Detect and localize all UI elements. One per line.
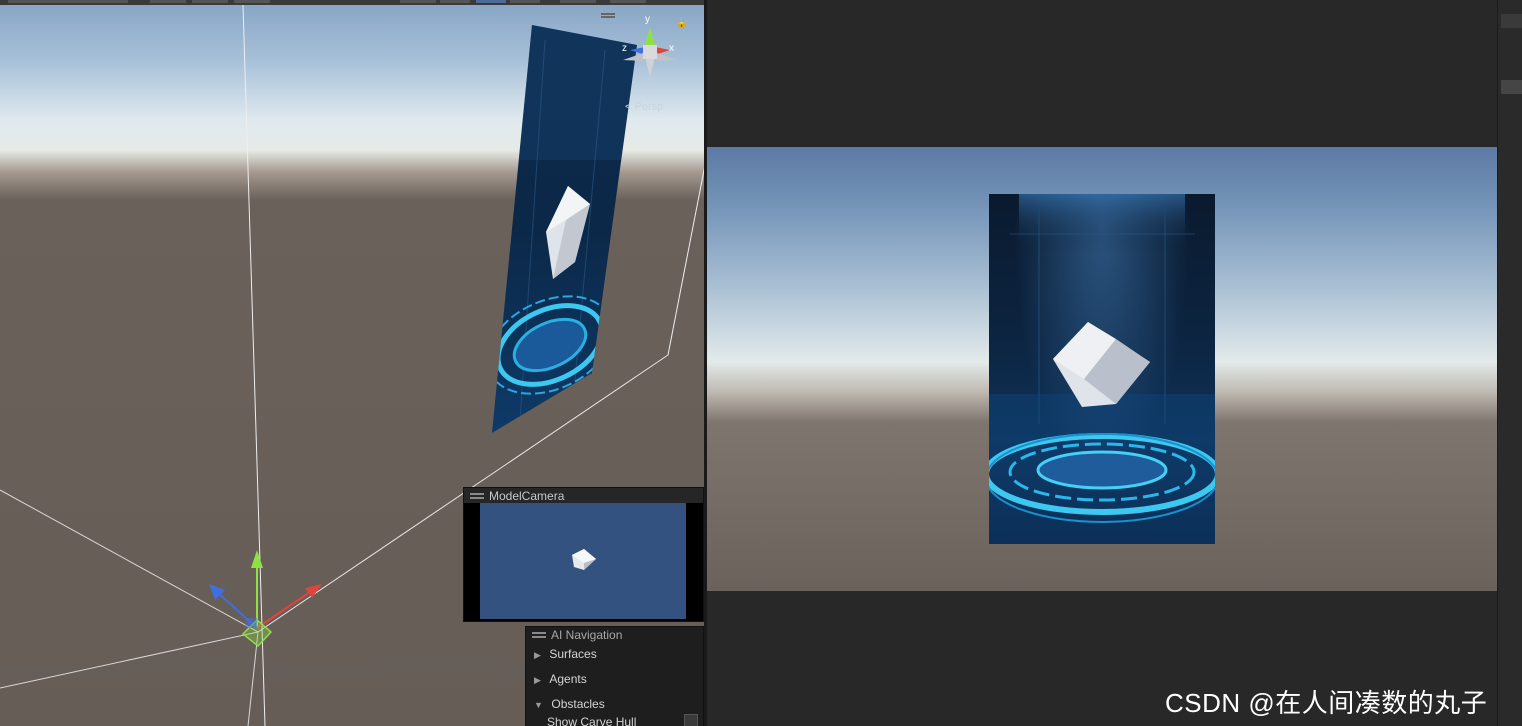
gizmo-z-label: z <box>622 43 627 54</box>
scene-view[interactable]: 🔒 y x z < Persp ModelCamera AI Navigatio… <box>0 0 705 726</box>
model-camera-preview <box>480 503 686 619</box>
foldout-surfaces[interactable]: ▶ Surfaces <box>534 645 699 661</box>
foldout-agents[interactable]: ▶ Agents <box>534 670 699 686</box>
gizmo-x-label: x <box>669 43 674 54</box>
foldout-obstacles[interactable]: ▼ Obstacles <box>534 695 699 711</box>
show-carve-hull-label: Show Carve Hull <box>547 715 637 726</box>
chevron-right-icon: ▶ <box>534 675 541 685</box>
ai-navigation-overlay[interactable]: AI Navigation ▶ Surfaces ▶ Agents ▼ Obst… <box>525 626 704 726</box>
foldout-label: Surfaces <box>549 647 597 661</box>
chevron-right-icon: ▶ <box>534 650 541 660</box>
foldout-label: Obstacles <box>551 697 605 711</box>
poster-artwork <box>989 194 1215 544</box>
projection-toggle[interactable]: < Persp <box>625 101 663 113</box>
game-view[interactable] <box>707 147 1497 591</box>
game-poster-image <box>989 194 1215 544</box>
watermark-text: CSDN @在人间凑数的丸子 <box>1165 688 1488 718</box>
projection-label: Persp <box>634 101 664 113</box>
move-tool-handle[interactable] <box>195 540 335 655</box>
inspector-edge[interactable] <box>1497 0 1522 726</box>
ai-navigation-title: AI Navigation <box>551 628 623 642</box>
game-view-letterbox-top <box>707 0 1497 147</box>
model-camera-overlay[interactable]: ModelCamera <box>463 487 704 622</box>
show-carve-hull-row[interactable]: Show Carve Hull <box>547 713 698 726</box>
chevron-left-icon: < <box>625 101 632 113</box>
chevron-down-icon: ▼ <box>534 700 543 710</box>
gizmo-y-label: y <box>645 14 650 25</box>
show-carve-hull-checkbox[interactable] <box>684 714 698 726</box>
model-camera-title: ModelCamera <box>489 489 565 503</box>
model-camera-header[interactable]: ModelCamera <box>464 488 703 503</box>
foldout-label: Agents <box>549 672 587 686</box>
